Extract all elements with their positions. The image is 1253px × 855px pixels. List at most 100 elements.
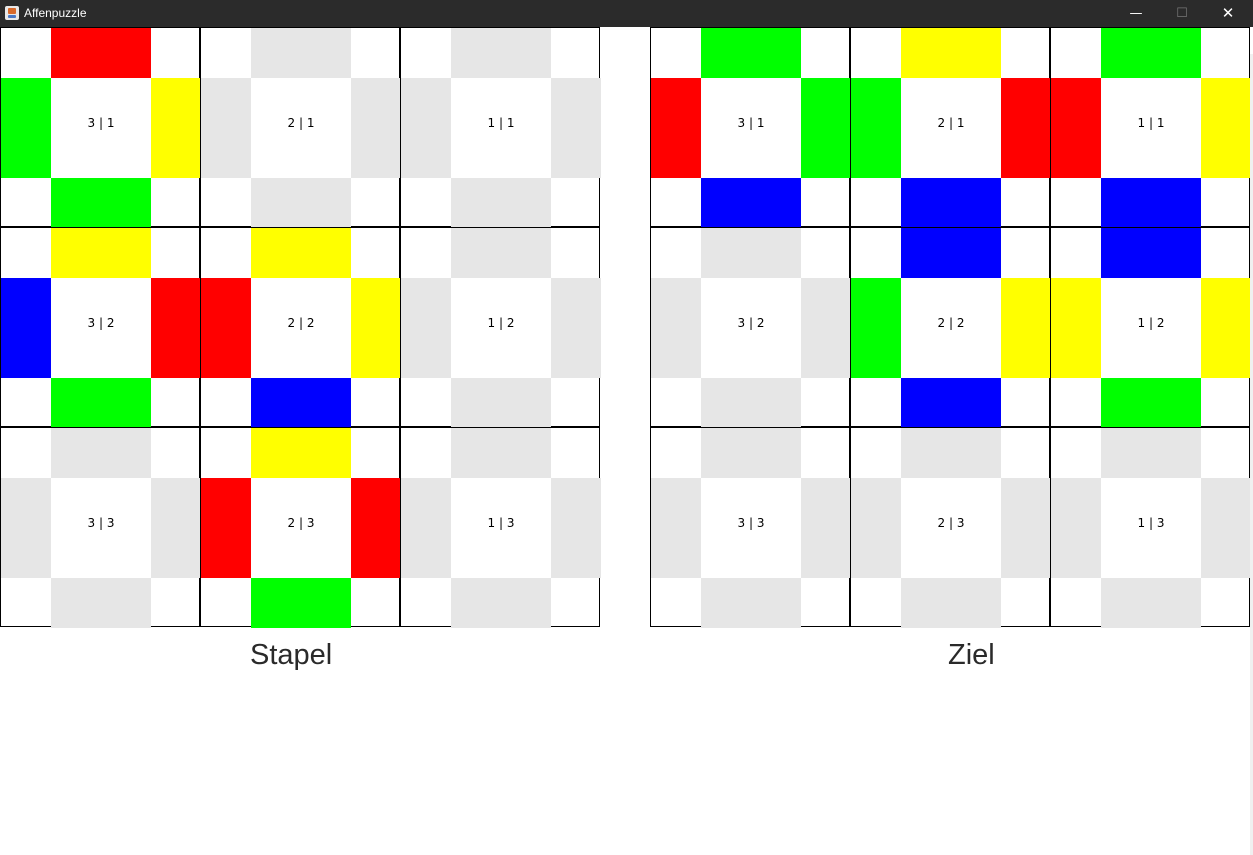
close-button[interactable]: ✕ [1205, 0, 1251, 27]
tile-edge-left [201, 78, 251, 178]
tile-edge-right [1201, 78, 1251, 178]
tile-edge-left [851, 278, 901, 378]
tile-label: 1 | 1 [487, 116, 515, 130]
tile-edge-right [351, 78, 401, 178]
tile-edge-top [701, 228, 801, 278]
tile-edge-bottom [1101, 178, 1201, 228]
tile-edge-bottom [701, 178, 801, 228]
tile-label: 1 | 2 [487, 316, 515, 330]
tile-edge-bottom [51, 378, 151, 428]
tile-edge-top [251, 428, 351, 478]
window-title: Affenpuzzle [24, 6, 87, 20]
stapel-tile[interactable]: 1 | 2 [400, 227, 601, 428]
ziel-tile[interactable]: 1 | 3 [1050, 427, 1251, 628]
tile-edge-top [1101, 228, 1201, 278]
tile-edge-top [451, 428, 551, 478]
tile-edge-right [151, 278, 201, 378]
stapel-tile[interactable]: 3 | 2 [0, 227, 201, 428]
java-app-icon [5, 6, 19, 20]
tile-label: 1 | 3 [1137, 516, 1165, 530]
tile-edge-right [551, 78, 601, 178]
tile-label: 2 | 2 [287, 316, 315, 330]
tile-edge-left [651, 278, 701, 378]
app-window: Affenpuzzle — ☐ ✕ 3 | 1 2 | 1 1 | 1 3 | 2 2 … [0, 0, 1253, 855]
ziel-caption: Ziel [948, 639, 995, 671]
tile-label: 2 | 3 [287, 516, 315, 530]
stapel-caption: Stapel [250, 639, 333, 671]
stapel-tile[interactable]: 3 | 3 [0, 427, 201, 628]
tile-edge-bottom [451, 378, 551, 428]
tile-edge-top [901, 28, 1001, 78]
tile-edge-right [1201, 278, 1251, 378]
tile-label: 1 | 1 [1137, 116, 1165, 130]
tile-edge-top [51, 28, 151, 78]
tile-edge-right [801, 278, 851, 378]
tile-label: 1 | 2 [1137, 316, 1165, 330]
stapel-board: 3 | 1 2 | 1 1 | 1 3 | 2 2 | 2 1 | 2 3 | 3 2 | 3… [0, 27, 601, 628]
tile-edge-left [851, 78, 901, 178]
tile-edge-bottom [251, 378, 351, 428]
tile-edge-bottom [1101, 378, 1201, 428]
tile-edge-right [151, 478, 201, 578]
ziel-tile[interactable]: 2 | 2 [850, 227, 1051, 428]
main-panel: 3 | 1 2 | 1 1 | 1 3 | 2 2 | 2 1 | 2 3 | 3 2 | 3… [0, 27, 1253, 855]
ziel-tile[interactable]: 3 | 2 [650, 227, 851, 428]
stapel-tile[interactable]: 2 | 1 [200, 27, 401, 228]
tile-label: 3 | 3 [737, 516, 765, 530]
tile-edge-left [201, 278, 251, 378]
ziel-board: 3 | 1 2 | 1 1 | 1 3 | 2 2 | 2 1 | 2 3 | 3 2 | 3… [650, 27, 1251, 628]
tile-edge-top [451, 28, 551, 78]
tile-label: 3 | 2 [87, 316, 115, 330]
tile-label: 2 | 3 [937, 516, 965, 530]
tile-edge-bottom [901, 578, 1001, 628]
tile-edge-bottom [901, 178, 1001, 228]
tile-edge-right [551, 278, 601, 378]
stapel-tile[interactable]: 3 | 1 [0, 27, 201, 228]
stapel-tile[interactable]: 1 | 1 [400, 27, 601, 228]
tile-edge-right [351, 478, 401, 578]
tile-edge-left [1051, 278, 1101, 378]
tile-edge-left [401, 278, 451, 378]
tile-edge-bottom [701, 578, 801, 628]
tile-edge-top [1101, 28, 1201, 78]
tile-edge-right [351, 278, 401, 378]
ziel-tile[interactable]: 2 | 1 [850, 27, 1051, 228]
tile-edge-bottom [51, 578, 151, 628]
tile-edge-left [1051, 78, 1101, 178]
tile-label: 3 | 1 [737, 116, 765, 130]
tile-label: 3 | 2 [737, 316, 765, 330]
tile-label: 2 | 1 [937, 116, 965, 130]
tile-edge-bottom [701, 378, 801, 428]
maximize-button[interactable]: ☐ [1159, 0, 1205, 27]
tile-edge-left [401, 478, 451, 578]
tile-edge-top [51, 428, 151, 478]
stapel-tile[interactable]: 1 | 3 [400, 427, 601, 628]
tile-edge-left [401, 78, 451, 178]
ziel-tile[interactable]: 3 | 1 [650, 27, 851, 228]
tile-edge-left [651, 478, 701, 578]
tile-edge-top [1101, 428, 1201, 478]
tile-edge-right [151, 78, 201, 178]
stapel-tile[interactable]: 2 | 3 [200, 427, 401, 628]
ziel-tile[interactable]: 1 | 2 [1050, 227, 1251, 428]
tile-edge-bottom [1101, 578, 1201, 628]
tile-edge-left [1, 478, 51, 578]
tile-edge-top [251, 28, 351, 78]
tile-label: 3 | 3 [87, 516, 115, 530]
tile-edge-top [901, 428, 1001, 478]
tile-edge-bottom [451, 178, 551, 228]
tile-edge-left [1, 78, 51, 178]
tile-edge-bottom [451, 578, 551, 628]
tile-label: 2 | 2 [937, 316, 965, 330]
title-bar[interactable]: Affenpuzzle — ☐ ✕ [0, 0, 1253, 27]
ziel-tile[interactable]: 2 | 3 [850, 427, 1051, 628]
tile-edge-top [701, 28, 801, 78]
tile-edge-right [1001, 478, 1051, 578]
tile-edge-right [801, 78, 851, 178]
minimize-button[interactable]: — [1113, 0, 1159, 27]
ziel-tile[interactable]: 3 | 3 [650, 427, 851, 628]
tile-label: 2 | 1 [287, 116, 315, 130]
tile-edge-right [1201, 478, 1251, 578]
stapel-tile[interactable]: 2 | 2 [200, 227, 401, 428]
ziel-tile[interactable]: 1 | 1 [1050, 27, 1251, 228]
